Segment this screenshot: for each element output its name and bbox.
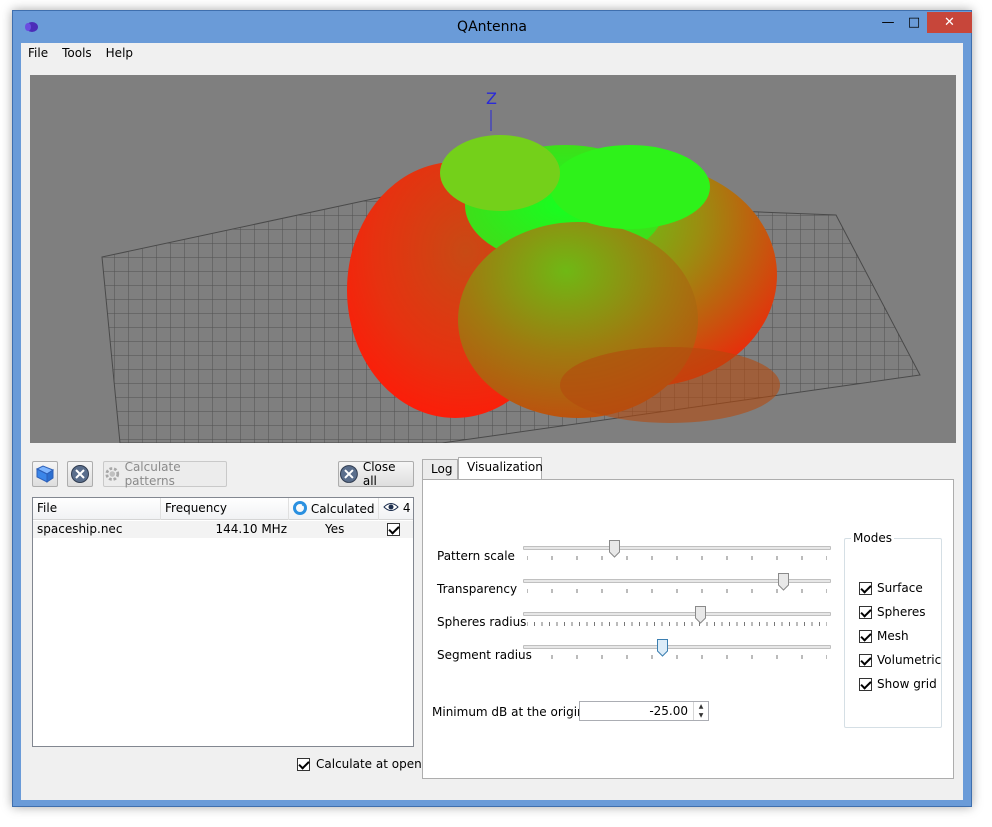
slider-handle[interactable]: [695, 606, 707, 624]
slider-ticks: [527, 622, 827, 626]
checkbox-check-icon: [387, 523, 400, 536]
slider-groove: [523, 645, 831, 649]
spheres-radius-label: Spheres radius: [437, 615, 527, 629]
slider-handle[interactable]: [778, 573, 790, 591]
file-list-header: File Frequency Calculated 4: [33, 498, 413, 520]
spin-down-icon[interactable]: ▼: [694, 711, 708, 720]
close-circle-icon: [339, 465, 358, 483]
volumetric-checkbox[interactable]: [859, 653, 872, 667]
segment-radius-slider[interactable]: [523, 639, 831, 661]
close-all-label: Close all: [362, 460, 396, 488]
row-file: spaceship.nec: [37, 522, 123, 536]
maximize-button[interactable]: □: [901, 12, 927, 33]
column-file[interactable]: File: [33, 498, 161, 520]
spin-buttons: ▲ ▼: [693, 702, 708, 720]
min-db-spinbox[interactable]: -25.00 ▲ ▼: [579, 701, 709, 721]
title-bar[interactable]: QAntenna — □ ✕: [13, 11, 972, 43]
mesh-label: Mesh: [877, 629, 909, 643]
mode-mesh[interactable]: Mesh: [859, 629, 909, 643]
pattern-scale-label: Pattern scale: [437, 549, 515, 563]
row-calculated: Yes: [325, 522, 345, 536]
table-row[interactable]: spaceship.nec 144.10 MHz Yes: [33, 521, 413, 538]
slider-handle[interactable]: [609, 540, 621, 558]
client-area: File Tools Help Z Calculate patterns Clo…: [21, 43, 963, 800]
column-frequency[interactable]: Frequency: [161, 498, 289, 520]
surface-checkbox[interactable]: [859, 581, 872, 595]
close-icon: ✕: [944, 15, 955, 30]
mesh-checkbox[interactable]: [859, 629, 872, 643]
modes-group: Modes Surface Spheres Mesh Volumetric Sh…: [844, 531, 942, 728]
close-all-button[interactable]: Close all: [338, 460, 414, 488]
close-file-button[interactable]: [67, 461, 93, 487]
eye-icon: [383, 503, 399, 511]
tab-visualization[interactable]: Visualization: [458, 457, 543, 481]
maximize-icon: □: [907, 15, 921, 30]
calculate-patterns-button[interactable]: Calculate patterns: [103, 460, 227, 488]
radiation-pattern-surface: [347, 135, 780, 423]
menu-tools[interactable]: Tools: [55, 43, 99, 65]
calculate-patterns-label: Calculate patterns: [124, 460, 181, 488]
row-visible-checkbox[interactable]: [387, 522, 400, 536]
column-visible[interactable]: 4: [379, 498, 413, 520]
menu-bar: File Tools Help: [21, 43, 963, 65]
minimize-button[interactable]: —: [875, 12, 901, 33]
mode-spheres[interactable]: Spheres: [859, 605, 926, 619]
min-db-value: -25.00: [649, 704, 688, 718]
min-db-label: Minimum dB at the origin: [432, 705, 585, 719]
open-file-button[interactable]: [32, 461, 58, 487]
modes-title: Modes: [851, 531, 894, 545]
z-axis-label: Z: [486, 89, 497, 108]
pattern-scale-slider[interactable]: [523, 540, 831, 562]
mode-show-grid[interactable]: Show grid: [859, 677, 937, 691]
column-visible-count: 4: [402, 501, 411, 515]
show-grid-checkbox[interactable]: [859, 677, 872, 691]
mode-surface[interactable]: Surface: [859, 581, 923, 595]
slider-groove: [523, 546, 831, 550]
open-file-icon: [35, 465, 55, 483]
spin-up-icon[interactable]: ▲: [694, 702, 708, 711]
close-window-button[interactable]: ✕: [927, 12, 972, 33]
slider-handle[interactable]: [656, 639, 668, 657]
calculate-at-opening-checkbox[interactable]: [297, 757, 310, 771]
tab-log[interactable]: Log: [422, 459, 458, 480]
refresh-icon: [293, 501, 307, 515]
spheres-radius-slider[interactable]: [523, 606, 831, 628]
menu-file[interactable]: File: [21, 43, 55, 65]
volumetric-label: Volumetric: [877, 653, 942, 667]
transparency-slider[interactable]: [523, 573, 831, 595]
file-list[interactable]: File Frequency Calculated 4 spaceship.ne…: [32, 497, 414, 747]
minimize-icon: —: [881, 15, 895, 30]
segment-radius-label: Segment radius: [437, 648, 532, 662]
calculate-at-opening-option[interactable]: Calculate at opening: [297, 757, 440, 771]
slider-groove: [523, 612, 831, 616]
close-circle-icon: [71, 465, 89, 483]
column-calculated-label: Calculated: [310, 502, 375, 516]
transparency-label: Transparency: [437, 582, 518, 596]
window-title: QAntenna: [457, 19, 527, 35]
pattern-3d-viewport[interactable]: Z: [30, 75, 956, 443]
row-frequency: 144.10 MHz: [215, 522, 287, 536]
show-grid-label: Show grid: [877, 677, 937, 691]
column-calculated[interactable]: Calculated: [289, 498, 379, 520]
spheres-checkbox[interactable]: [859, 605, 872, 619]
slider-ticks: [527, 556, 827, 560]
surface-label: Surface: [877, 581, 923, 595]
gear-icon: [105, 467, 120, 481]
slider-ticks: [527, 655, 827, 659]
visualization-panel: Pattern scale Transparency Spheres radiu…: [422, 479, 954, 779]
app-window: QAntenna — □ ✕ File Tools Help Z Calcula…: [12, 10, 972, 807]
spheres-label: Spheres: [877, 605, 926, 619]
mode-volumetric[interactable]: Volumetric: [859, 653, 941, 667]
menu-help[interactable]: Help: [99, 43, 140, 65]
